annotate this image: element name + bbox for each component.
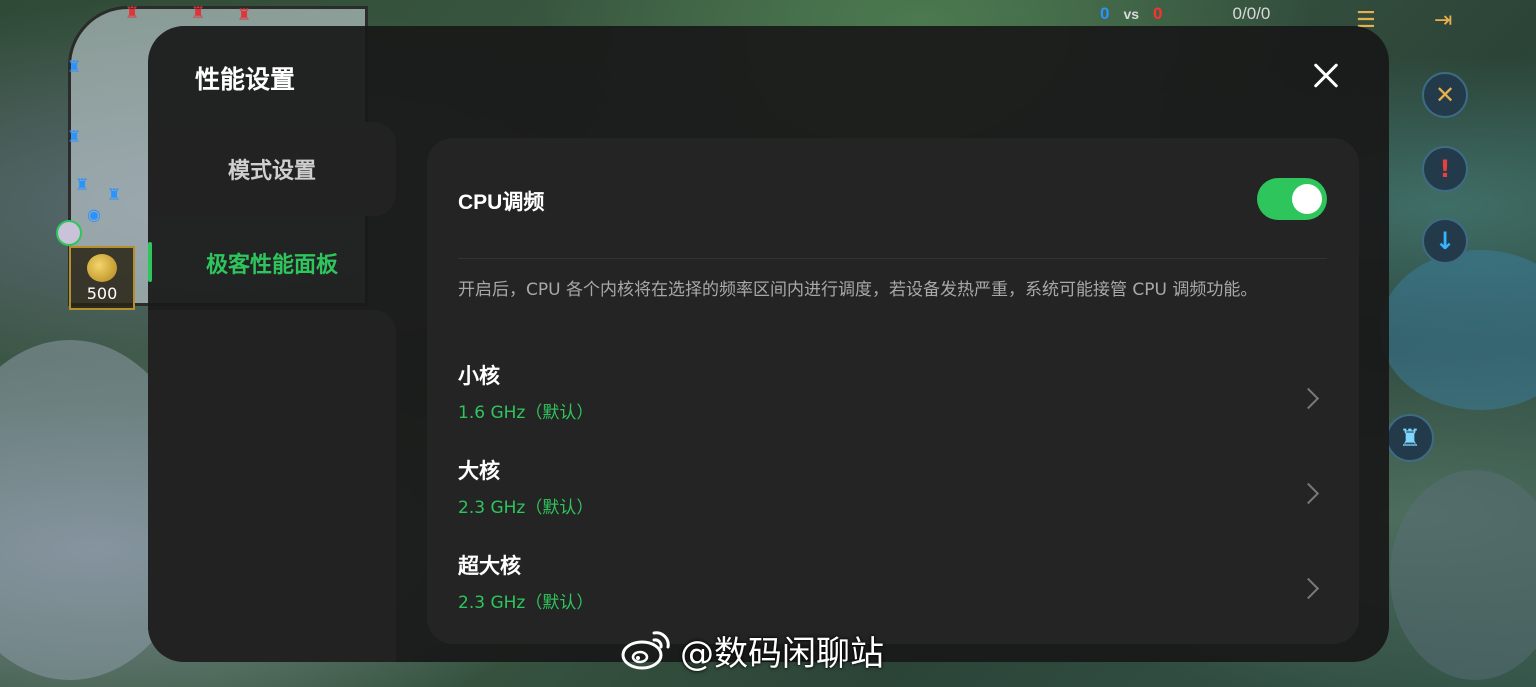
blue-score: 0 [1100,4,1110,23]
active-tab-indicator [148,242,152,282]
retreat-signal-icon[interactable]: ↓ [1422,218,1468,264]
enemy-tower-icon: ♜ [191,3,206,22]
terrain-blob [1390,470,1536,680]
cpu-description: 开启后，CPU 各个内核将在选择的频率区间内进行调度，若设备发热严重，系统可能接… [458,280,1258,300]
ally-tower-icon: ♜ [75,175,90,194]
core-name: 大核 [458,459,500,483]
performance-settings-panel: 性能设置 模式设置 极客性能面板 CPU调频 开启后，CPU 各个内核将在选择的… [148,26,1389,662]
chevron-right-icon [1301,578,1319,602]
terrain-blob [1380,250,1536,410]
core-row-big[interactable]: 大核 2.3 GHz（默认） [427,455,1359,543]
red-score: 0 [1153,4,1163,23]
enemy-tower-icon: ♜ [237,5,252,24]
ally-tower-icon: ♜ [67,127,82,146]
enemy-tower-icon: ♜ [125,3,140,22]
watermark: @数码闲聊站 [620,625,884,675]
sidebar-item-geek-panel[interactable]: 极客性能面板 [148,216,396,310]
core-name: 小核 [458,364,500,388]
watermark-text: @数码闲聊站 [680,633,884,674]
attack-signal-icon[interactable]: ✕ [1422,72,1468,118]
kda-readout: 0/0/0 [1232,4,1271,23]
weibo-logo-icon [621,631,670,670]
sidebar-empty-area [148,310,396,662]
danger-signal-icon[interactable]: ! [1422,146,1468,192]
gold-coin-icon [87,254,117,282]
chevron-right-icon [1301,388,1319,412]
vs-label: vs [1123,6,1140,22]
ally-tower-icon: ♜ [107,185,122,204]
ally-base-icon: ◉ [87,205,101,224]
toggle-knob [1292,184,1322,214]
sidebar-item-mode-settings[interactable]: 模式设置 [148,122,396,216]
scoreboard: 0 vs 0 0/0/0 [1100,4,1350,24]
ward-icon[interactable]: ♜ [1386,414,1434,462]
chevron-right-icon [1301,483,1319,507]
divider [458,258,1327,259]
core-frequency: 1.6 GHz（默认） [458,403,594,423]
gold-amount: 500 [86,284,118,303]
core-frequency: 2.3 GHz（默认） [458,498,594,518]
panel-title: 性能设置 [195,65,296,94]
core-row-little[interactable]: 小核 1.6 GHz（默认） [427,360,1359,448]
close-icon[interactable] [1306,56,1346,96]
exit-icon[interactable]: ⇥ [1434,10,1452,32]
core-row-prime[interactable]: 超大核 2.3 GHz（默认） [427,550,1359,638]
sidebar-item-label: 模式设置 [227,159,316,184]
cpu-frequency-toggle[interactable] [1257,178,1327,220]
ally-tower-icon: ♜ [67,57,82,76]
sidebar-item-label: 极客性能面板 [205,253,338,278]
hero-avatar[interactable] [56,220,82,246]
gold-shop-button[interactable]: 500 [69,246,135,310]
cpu-frequency-title: CPU调频 [458,191,545,214]
core-frequency: 2.3 GHz（默认） [458,593,594,613]
core-name: 超大核 [458,554,521,578]
cpu-settings-card: CPU调频 开启后，CPU 各个内核将在选择的频率区间内进行调度，若设备发热严重… [427,138,1359,644]
